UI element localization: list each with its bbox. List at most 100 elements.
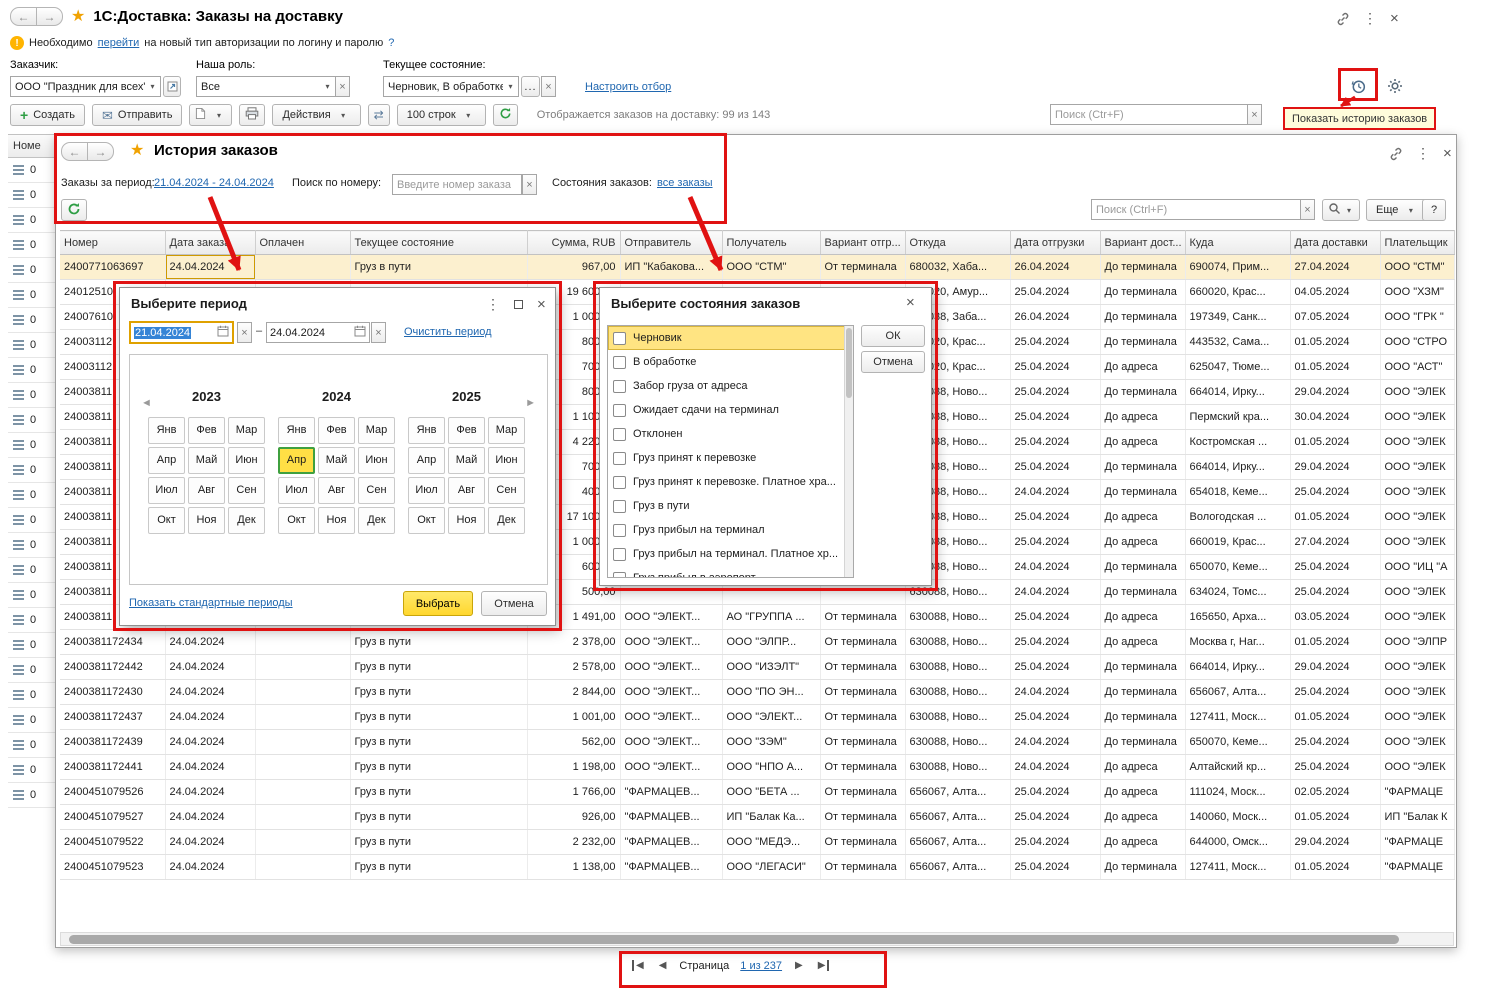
clear-period-link[interactable]: Очистить период: [404, 326, 492, 338]
table-cell[interactable]: 24.04.2024: [1010, 480, 1100, 505]
table-cell[interactable]: ООО "ЭЛЕК: [1380, 730, 1454, 755]
customer-open-button[interactable]: [163, 76, 181, 97]
table-cell[interactable]: Груз в пути: [350, 755, 527, 780]
column-header[interactable]: Номер: [60, 231, 165, 255]
month-button[interactable]: Ноя: [188, 507, 225, 534]
chevron-down-icon[interactable]: ▾: [503, 82, 518, 91]
month-button[interactable]: Мар: [358, 417, 395, 444]
column-header[interactable]: Куда: [1185, 231, 1290, 255]
table-cell[interactable]: ООО "ЭЛЕКТ...: [620, 680, 722, 705]
state-select[interactable]: Черновик, В обработке, З ▾: [383, 76, 519, 97]
column-header[interactable]: Дата заказа: [165, 231, 255, 255]
table-cell[interactable]: 25.04.2024: [1010, 855, 1100, 880]
table-cell[interactable]: ООО "НПО А...: [722, 755, 820, 780]
table-cell[interactable]: 25.04.2024: [1010, 655, 1100, 680]
table-cell[interactable]: До адреса: [1100, 780, 1185, 805]
next-page-button[interactable]: ▶: [793, 958, 805, 973]
table-cell[interactable]: 1 766,00: [527, 780, 620, 805]
table-cell[interactable]: 29.04.2024: [1290, 830, 1380, 855]
table-cell[interactable]: ООО "БЕТА ...: [722, 780, 820, 805]
column-header[interactable]: Дата отгрузки: [1010, 231, 1100, 255]
table-cell[interactable]: 26.04.2024: [1010, 255, 1100, 280]
table-cell[interactable]: 2400381172442: [60, 655, 165, 680]
table-cell[interactable]: [255, 655, 350, 680]
table-cell[interactable]: ООО "ЭЛЕКТ...: [722, 705, 820, 730]
month-button[interactable]: Авг: [448, 477, 485, 504]
more-menu-icon[interactable]: ⋮: [1416, 145, 1430, 162]
table-cell[interactable]: 2400451079522: [60, 830, 165, 855]
table-cell[interactable]: Груз в пути: [350, 705, 527, 730]
table-cell[interactable]: 140060, Моск...: [1185, 805, 1290, 830]
table-cell[interactable]: 25.04.2024: [1010, 405, 1100, 430]
table-cell[interactable]: 02.05.2024: [1290, 780, 1380, 805]
table-cell[interactable]: ООО "ЭЛПР: [1380, 630, 1454, 655]
table-cell[interactable]: 03.05.2024: [1290, 605, 1380, 630]
table-cell[interactable]: 630088, Ново...: [905, 755, 1010, 780]
table-cell[interactable]: Пермский кра...: [1185, 405, 1290, 430]
table-cell[interactable]: ООО "СТМ": [1380, 255, 1454, 280]
table-cell[interactable]: Груз в пути: [350, 805, 527, 830]
table-cell[interactable]: 27.04.2024: [1290, 255, 1380, 280]
table-cell[interactable]: До терминала: [1100, 480, 1185, 505]
first-page-button[interactable]: ◀: [630, 958, 646, 973]
table-cell[interactable]: 01.05.2024: [1290, 805, 1380, 830]
month-button[interactable]: Сен: [228, 477, 265, 504]
table-cell[interactable]: 630088, Ново...: [905, 605, 1010, 630]
table-cell[interactable]: 2400381172441: [60, 755, 165, 780]
calendar-next-icon[interactable]: ►: [525, 397, 536, 409]
month-button[interactable]: Май: [318, 447, 355, 474]
close-icon[interactable]: ×: [906, 294, 915, 311]
table-cell[interactable]: 630088, Ново...: [905, 630, 1010, 655]
table-cell[interactable]: 165650, Арха...: [1185, 605, 1290, 630]
table-cell[interactable]: 24.04.2024: [1010, 755, 1100, 780]
table-cell[interactable]: 24.04.2024: [165, 805, 255, 830]
table-cell[interactable]: ООО "АСТ": [1380, 355, 1454, 380]
table-cell[interactable]: 127411, Моск...: [1185, 705, 1290, 730]
table-cell[interactable]: "ФАРМАЦЕ: [1380, 830, 1454, 855]
history-search-clear-button[interactable]: ×: [1300, 199, 1315, 220]
table-cell[interactable]: 01.05.2024: [1290, 330, 1380, 355]
table-cell[interactable]: 25.04.2024: [1010, 805, 1100, 830]
scrollbar-thumb[interactable]: [846, 328, 852, 398]
table-cell[interactable]: 25.04.2024: [1010, 430, 1100, 455]
table-cell[interactable]: 01.05.2024: [1290, 630, 1380, 655]
table-cell[interactable]: 25.04.2024: [1290, 480, 1380, 505]
table-cell[interactable]: 443532, Сама...: [1185, 330, 1290, 355]
table-cell[interactable]: 1 198,00: [527, 755, 620, 780]
table-cell[interactable]: 2 232,00: [527, 830, 620, 855]
search-clear-button[interactable]: ×: [1247, 104, 1262, 125]
table-cell[interactable]: Груз в пути: [350, 780, 527, 805]
table-cell[interactable]: 01.05.2024: [1290, 355, 1380, 380]
month-button[interactable]: Мар: [488, 417, 525, 444]
table-cell[interactable]: 644000, Омск...: [1185, 830, 1290, 855]
table-cell[interactable]: 24.04.2024: [165, 755, 255, 780]
calendar-icon[interactable]: [217, 325, 229, 340]
table-cell[interactable]: 664014, Ирку...: [1185, 655, 1290, 680]
create-based-on-button[interactable]: ▾: [189, 104, 232, 126]
month-button[interactable]: Июл: [148, 477, 185, 504]
horizontal-scrollbar[interactable]: [60, 932, 1454, 946]
table-cell[interactable]: ООО "ЭЛЕК: [1380, 705, 1454, 730]
table-cell[interactable]: ООО "МЕДЭ...: [722, 830, 820, 855]
month-button[interactable]: Апр: [408, 447, 445, 474]
table-cell[interactable]: ООО "ЭЛЕК: [1380, 655, 1454, 680]
table-row[interactable]: 240038117243924.04.2024Груз в пути562,00…: [60, 730, 1454, 755]
table-cell[interactable]: 664014, Ирку...: [1185, 455, 1290, 480]
calendar-icon[interactable]: [354, 325, 366, 340]
table-cell[interactable]: 650070, Кеме...: [1185, 730, 1290, 755]
state-clear-button[interactable]: ×: [541, 76, 556, 97]
month-button[interactable]: Фев: [188, 417, 225, 444]
table-cell[interactable]: ООО "ЛЕГАСИ": [722, 855, 820, 880]
month-button[interactable]: Ноя: [318, 507, 355, 534]
page-indicator-link[interactable]: 1 из 237: [740, 960, 782, 972]
state-option[interactable]: Груз прибыл в аэропорт: [608, 566, 853, 578]
maximize-icon[interactable]: [514, 300, 523, 309]
table-cell[interactable]: Вологодская ...: [1185, 505, 1290, 530]
advanced-search-button[interactable]: ▾: [1322, 199, 1360, 221]
table-cell[interactable]: До терминала: [1100, 705, 1185, 730]
table-cell[interactable]: До адреса: [1100, 355, 1185, 380]
close-icon[interactable]: ×: [1443, 145, 1452, 162]
table-cell[interactable]: "ФАРМАЦЕВ...: [620, 780, 722, 805]
table-cell[interactable]: 656067, Алта...: [905, 855, 1010, 880]
table-cell[interactable]: 24.04.2024: [165, 630, 255, 655]
